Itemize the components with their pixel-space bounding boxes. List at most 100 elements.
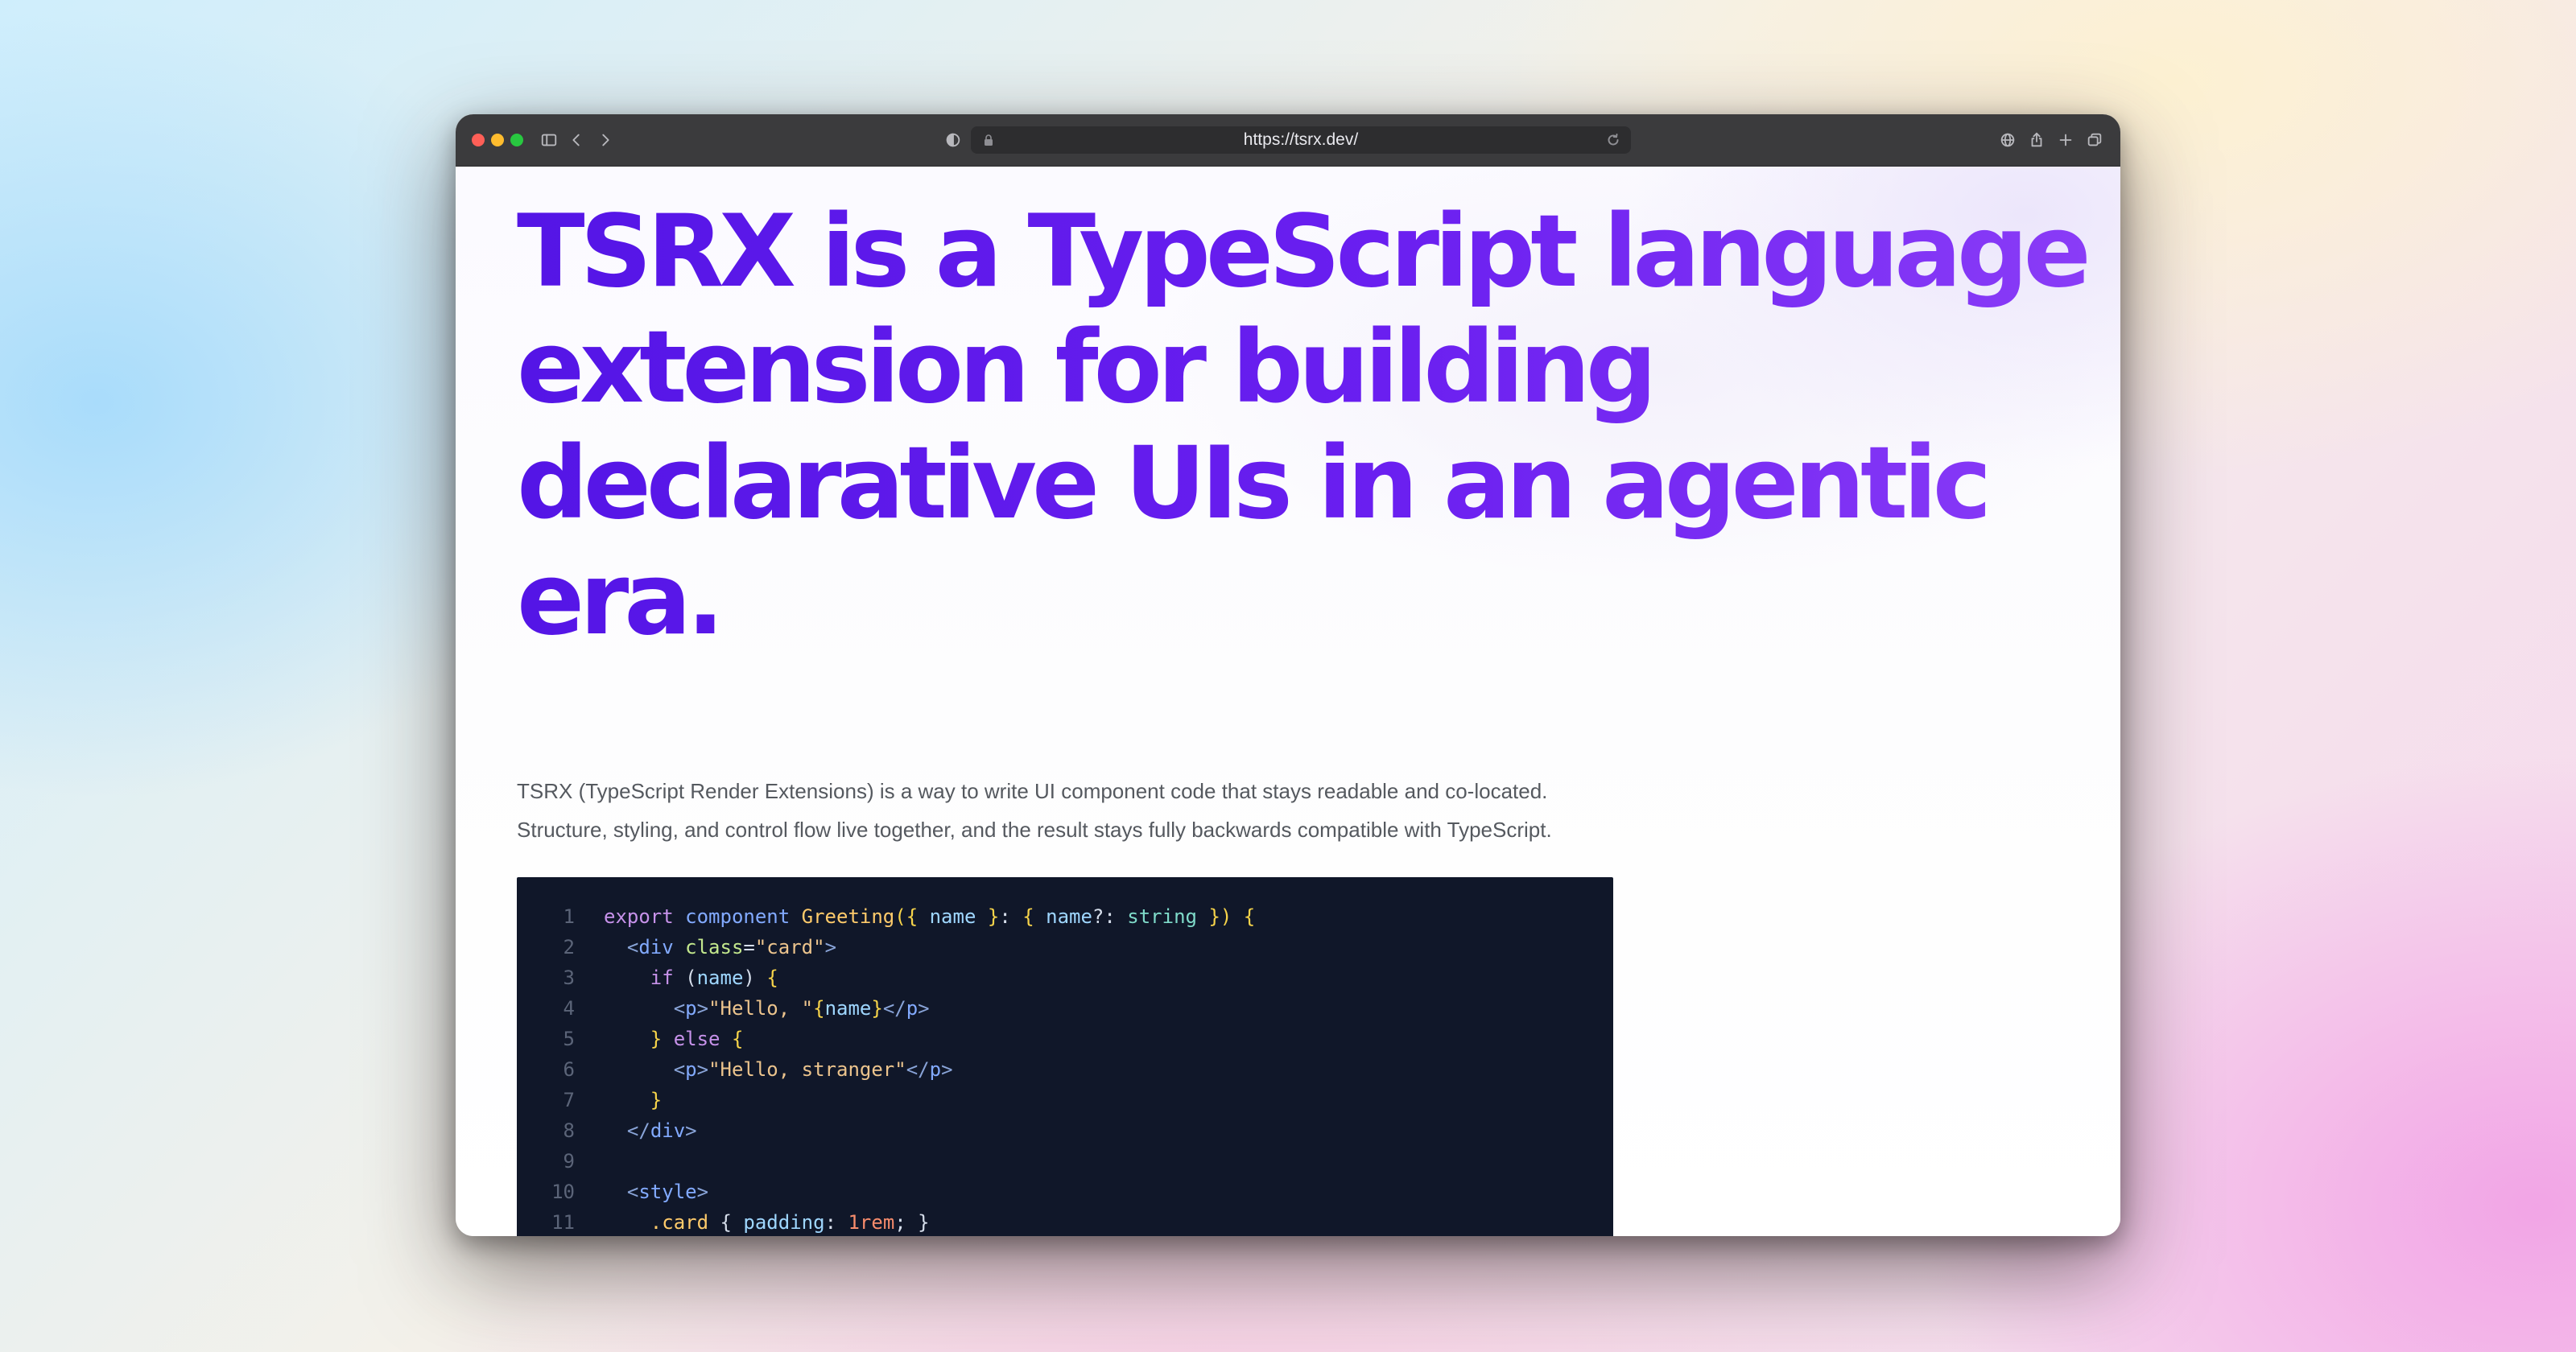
code-token: > [824,936,837,958]
browser-toolbar: https://tsrx.dev/ [456,114,2120,167]
page-content: TSRX is a TypeScript language extension … [456,167,2120,1236]
code-token: { [1022,905,1046,928]
close-window-button[interactable] [472,134,485,146]
code-line: 7 } [517,1085,1613,1115]
code-token: > [696,1058,709,1081]
code-line: 4 <p>"Hello, "{name}</p> [517,993,1613,1024]
code-token: < [673,1058,686,1081]
code-token: > [685,1119,697,1142]
code-token: { [766,967,778,989]
line-number: 9 [563,1150,575,1173]
code-line: 2 <div class="card"> [517,932,1613,962]
line-number: 3 [563,967,575,989]
code-token: } [871,997,883,1020]
code-text: </div> [604,1115,697,1146]
code-line: 1 export component Greeting({ name }: { n… [517,901,1613,932]
code-text: <p>"Hello, "{name}</p> [604,993,930,1024]
minimize-window-button[interactable] [491,134,504,146]
code-token: p [929,1058,942,1081]
code-token: export [604,905,686,928]
share-icon[interactable] [2025,129,2048,151]
code-token: p [906,997,919,1020]
tabs-overview-icon[interactable] [2083,129,2106,151]
code-token: "card" [754,936,825,958]
code-token: = [743,936,755,958]
code-text: } [604,1085,662,1115]
code-token: </ [626,1119,650,1142]
code-lines: 1 export component Greeting({ name }: { n… [517,901,1613,1236]
code-token: < [626,936,639,958]
code-token: "Hello, stranger" [708,1058,906,1081]
code-token: ?: [1092,905,1128,928]
line-number: 8 [563,1119,575,1142]
address-bar[interactable]: https://tsrx.dev/ [971,126,1631,154]
code-token: { [813,997,825,1020]
code-token: 1rem [848,1211,895,1234]
code-token: ; } [894,1211,930,1234]
code-line: 8 </div> [517,1115,1613,1146]
code-token: name [929,905,988,928]
line-number: 10 [551,1181,575,1203]
code-token: if [650,967,686,989]
code-token: Greeting [801,905,895,928]
code-text: } else { [604,1024,744,1054]
code-token: > [941,1058,953,1081]
code-line: 9 [517,1146,1613,1177]
url-text: https://tsrx.dev/ [1243,130,1359,149]
code-token: ( [685,967,697,989]
code-token: string [1127,905,1209,928]
maximize-window-button[interactable] [510,134,523,146]
line-number: 7 [563,1089,575,1111]
code-token: }) { [1208,905,1256,928]
code-text: .card { padding: 1rem; } [604,1207,930,1236]
sidebar-icon[interactable] [538,129,560,151]
translate-icon[interactable] [1996,129,2019,151]
code-token: < [626,1181,639,1203]
back-icon[interactable] [565,129,588,151]
reload-icon[interactable] [1605,132,1621,148]
forward-icon[interactable] [594,129,617,151]
code-token: { [731,1028,744,1050]
code-token: component [685,905,802,928]
line-number: 4 [563,997,575,1020]
code-token: > [696,997,709,1020]
reader-mode-icon[interactable] [942,129,964,151]
code-token: ({ [894,905,930,928]
code-line: 11 .card { padding: 1rem; } [517,1207,1613,1236]
code-token: : [824,1211,848,1234]
code-token: padding [743,1211,825,1234]
code-token: div [638,936,686,958]
code-token: name [1046,905,1092,928]
browser-window: https://tsrx.dev/ TSRX is a TypeScript l… [456,114,2120,1236]
intro-line-2: Structure, styling, and control flow liv… [517,818,1552,842]
code-text: if (name) { [604,962,778,993]
code-token: name [824,997,872,1020]
code-token: "Hello, " [708,997,814,1020]
new-tab-icon[interactable] [2054,129,2077,151]
code-line: 6 <p>"Hello, stranger"</p> [517,1054,1613,1085]
code-token: p [685,1058,697,1081]
line-number: 1 [563,905,575,928]
code-token: : [999,905,1023,928]
code-token: p [685,997,697,1020]
line-number: 2 [563,936,575,958]
line-number: 5 [563,1028,575,1050]
code-text: <p>"Hello, stranger"</p> [604,1054,953,1085]
code-token: </ [882,997,906,1020]
code-line: 3 if (name) { [517,962,1613,993]
code-token: div [650,1119,686,1142]
code-example: 1 export component Greeting({ name }: { n… [517,877,1613,1236]
code-token: > [696,1181,709,1203]
hero-headline: TSRX is a TypeScript language extension … [517,194,2095,657]
code-text: <div class="card"> [604,932,836,962]
code-text: <style> [604,1177,708,1207]
code-token: else [673,1028,732,1050]
